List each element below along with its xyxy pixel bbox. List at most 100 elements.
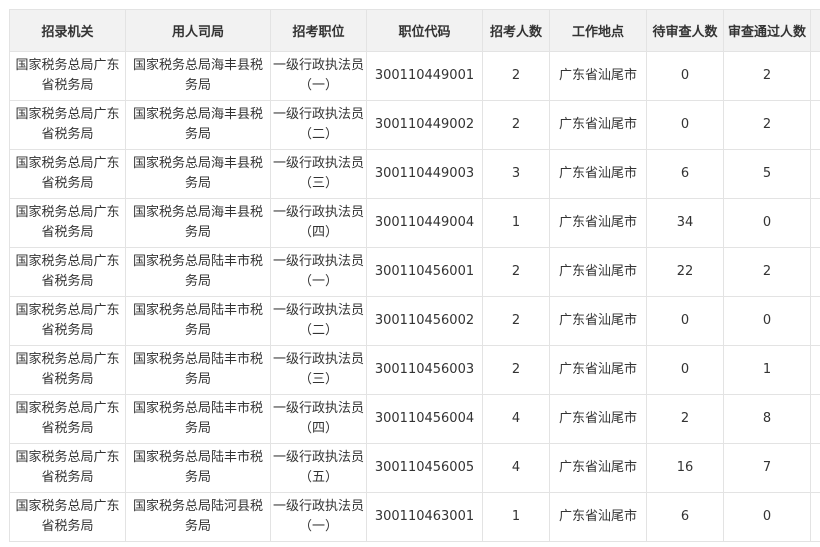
cell-pending-review: 2 xyxy=(646,394,724,444)
table-row: 国家税务总局广东省税务局 国家税务总局海丰县税务局 一级行政执法员（一） 300110… xyxy=(9,51,820,101)
cell-extra xyxy=(810,100,820,150)
cell-approved: 0 xyxy=(723,296,811,346)
table-header-row: 招录机关 用人司局 招考职位 职位代码 招考人数 工作地点 待审查人数 审查通过… xyxy=(9,9,820,52)
cell-employing-bureau: 国家税务总局海丰县税务局 xyxy=(125,149,271,199)
cell-position-code: 300110456004 xyxy=(366,394,483,444)
cell-employing-bureau: 国家税务总局陆丰市税务局 xyxy=(125,443,271,493)
cell-approved: 2 xyxy=(723,247,811,297)
cell-position-code: 300110456002 xyxy=(366,296,483,346)
cell-extra xyxy=(810,149,820,199)
cell-position: 一级行政执法员（三） xyxy=(270,149,367,199)
cell-position: 一级行政执法员（一） xyxy=(270,492,367,542)
cell-recruiting-agency: 国家税务总局广东省税务局 xyxy=(9,443,126,493)
cell-employing-bureau: 国家税务总局海丰县税务局 xyxy=(125,51,271,101)
cell-hiring-count: 2 xyxy=(482,51,550,101)
cell-position: 一级行政执法员（二） xyxy=(270,100,367,150)
table-row: 国家税务总局广东省税务局 国家税务总局陆丰市税务局 一级行政执法员（一） 300110… xyxy=(9,247,820,297)
cell-hiring-count: 2 xyxy=(482,345,550,395)
cell-approved: 2 xyxy=(723,51,811,101)
cell-hiring-count: 2 xyxy=(482,247,550,297)
col-header-recruiting-agency: 招录机关 xyxy=(9,9,126,52)
cell-position: 一级行政执法员（一） xyxy=(270,51,367,101)
cell-position: 一级行政执法员（二） xyxy=(270,296,367,346)
cell-work-location: 广东省汕尾市 xyxy=(549,345,647,395)
cell-pending-review: 0 xyxy=(646,51,724,101)
cell-work-location: 广东省汕尾市 xyxy=(549,149,647,199)
cell-pending-review: 22 xyxy=(646,247,724,297)
cell-extra xyxy=(810,296,820,346)
cell-employing-bureau: 国家税务总局陆丰市税务局 xyxy=(125,247,271,297)
cell-pending-review: 34 xyxy=(646,198,724,248)
cell-employing-bureau: 国家税务总局陆丰市税务局 xyxy=(125,296,271,346)
cell-position: 一级行政执法员（四） xyxy=(270,198,367,248)
cell-employing-bureau: 国家税务总局海丰县税务局 xyxy=(125,198,271,248)
cell-extra xyxy=(810,51,820,101)
cell-employing-bureau: 国家税务总局陆丰市税务局 xyxy=(125,394,271,444)
table-row: 国家税务总局广东省税务局 国家税务总局陆河县税务局 一级行政执法员（一） 300110… xyxy=(9,492,820,542)
cell-work-location: 广东省汕尾市 xyxy=(549,492,647,542)
cell-work-location: 广东省汕尾市 xyxy=(549,100,647,150)
cell-hiring-count: 2 xyxy=(482,100,550,150)
cell-hiring-count: 1 xyxy=(482,198,550,248)
cell-hiring-count: 2 xyxy=(482,296,550,346)
col-header-extra xyxy=(810,9,820,52)
cell-hiring-count: 3 xyxy=(482,149,550,199)
cell-employing-bureau: 国家税务总局陆河县税务局 xyxy=(125,492,271,542)
col-header-position: 招考职位 xyxy=(270,9,367,52)
cell-approved: 5 xyxy=(723,149,811,199)
cell-approved: 8 xyxy=(723,394,811,444)
cell-extra xyxy=(810,247,820,297)
table-row: 国家税务总局广东省税务局 国家税务总局陆丰市税务局 一级行政执法员（二） 300110… xyxy=(9,296,820,346)
cell-work-location: 广东省汕尾市 xyxy=(549,296,647,346)
cell-extra xyxy=(810,492,820,542)
cell-extra xyxy=(810,345,820,395)
cell-pending-review: 6 xyxy=(646,149,724,199)
cell-pending-review: 0 xyxy=(646,296,724,346)
cell-employing-bureau: 国家税务总局陆丰市税务局 xyxy=(125,345,271,395)
cell-recruiting-agency: 国家税务总局广东省税务局 xyxy=(9,100,126,150)
cell-position-code: 300110449004 xyxy=(366,198,483,248)
cell-pending-review: 0 xyxy=(646,345,724,395)
table-row: 国家税务总局广东省税务局 国家税务总局陆丰市税务局 一级行政执法员（三） 300110… xyxy=(9,345,820,395)
cell-pending-review: 16 xyxy=(646,443,724,493)
cell-position-code: 300110456005 xyxy=(366,443,483,493)
cell-position-code: 300110449002 xyxy=(366,100,483,150)
cell-approved: 2 xyxy=(723,100,811,150)
cell-recruiting-agency: 国家税务总局广东省税务局 xyxy=(9,247,126,297)
cell-extra xyxy=(810,394,820,444)
cell-position: 一级行政执法员（五） xyxy=(270,443,367,493)
table-row: 国家税务总局广东省税务局 国家税务总局海丰县税务局 一级行政执法员（二） 300110… xyxy=(9,100,820,150)
cell-position-code: 300110456001 xyxy=(366,247,483,297)
col-header-pending-review: 待审查人数 xyxy=(646,9,724,52)
cell-position-code: 300110456003 xyxy=(366,345,483,395)
cell-pending-review: 6 xyxy=(646,492,724,542)
cell-hiring-count: 4 xyxy=(482,443,550,493)
cell-work-location: 广东省汕尾市 xyxy=(549,394,647,444)
cell-recruiting-agency: 国家税务总局广东省税务局 xyxy=(9,296,126,346)
col-header-work-location: 工作地点 xyxy=(549,9,647,52)
col-header-approved: 审查通过人数 xyxy=(723,9,811,52)
cell-recruiting-agency: 国家税务总局广东省税务局 xyxy=(9,345,126,395)
cell-employing-bureau: 国家税务总局海丰县税务局 xyxy=(125,100,271,150)
cell-recruiting-agency: 国家税务总局广东省税务局 xyxy=(9,149,126,199)
cell-recruiting-agency: 国家税务总局广东省税务局 xyxy=(9,51,126,101)
cell-hiring-count: 4 xyxy=(482,394,550,444)
table-row: 国家税务总局广东省税务局 国家税务总局海丰县税务局 一级行政执法员（三） 300110… xyxy=(9,149,820,199)
cell-recruiting-agency: 国家税务总局广东省税务局 xyxy=(9,394,126,444)
cell-position: 一级行政执法员（三） xyxy=(270,345,367,395)
cell-approved: 7 xyxy=(723,443,811,493)
col-header-hiring-count: 招考人数 xyxy=(482,9,550,52)
cell-pending-review: 0 xyxy=(646,100,724,150)
cell-position: 一级行政执法员（一） xyxy=(270,247,367,297)
col-header-position-code: 职位代码 xyxy=(366,9,483,52)
cell-position: 一级行政执法员（四） xyxy=(270,394,367,444)
cell-position-code: 300110449003 xyxy=(366,149,483,199)
cell-extra xyxy=(810,443,820,493)
cell-work-location: 广东省汕尾市 xyxy=(549,247,647,297)
cell-recruiting-agency: 国家税务总局广东省税务局 xyxy=(9,198,126,248)
cell-work-location: 广东省汕尾市 xyxy=(549,51,647,101)
page: 招录机关 用人司局 招考职位 职位代码 招考人数 工作地点 待审查人数 审查通过… xyxy=(0,0,820,547)
cell-extra xyxy=(810,198,820,248)
cell-approved: 0 xyxy=(723,198,811,248)
cell-work-location: 广东省汕尾市 xyxy=(549,443,647,493)
